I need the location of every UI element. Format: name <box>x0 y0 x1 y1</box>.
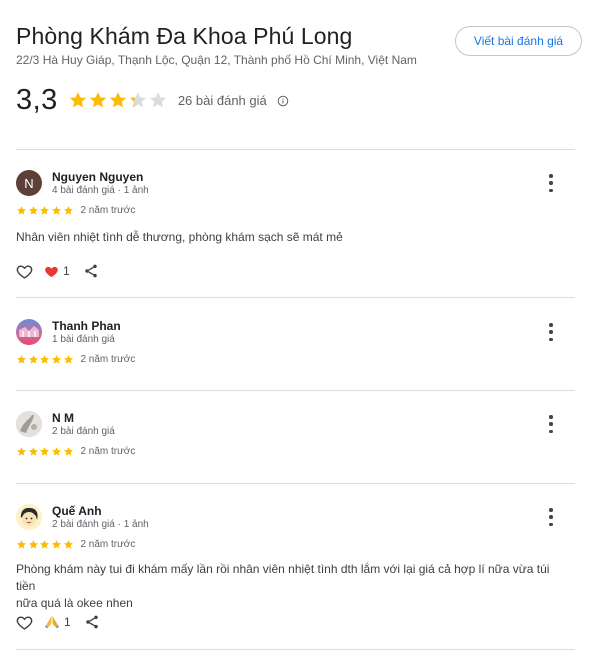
review-rating: 2 năm trước <box>16 204 135 216</box>
review-stars <box>16 539 74 550</box>
share-button[interactable] <box>83 263 99 279</box>
review-stars <box>16 446 74 457</box>
avatar[interactable] <box>16 504 42 530</box>
review-text-line: Phòng khám này tui đi khám mấy lần rồi n… <box>16 562 550 593</box>
star-icon <box>40 354 50 364</box>
star-icon <box>28 446 38 456</box>
praying-hands-icon <box>45 616 59 629</box>
star-icon <box>17 354 26 364</box>
more-options-icon[interactable] <box>545 323 557 341</box>
divider <box>16 390 575 391</box>
star-icon <box>40 446 50 456</box>
more-options-icon[interactable] <box>545 415 557 433</box>
review-actions: 1 <box>16 261 99 281</box>
star-icon <box>17 205 26 215</box>
avatar[interactable]: N <box>16 170 42 196</box>
review-count: 26 bài đánh giá <box>177 92 267 108</box>
review-time: 2 năm trước <box>80 445 136 457</box>
review-stars <box>16 354 74 365</box>
heart-outline-icon <box>16 615 33 630</box>
reaction-praying-hands[interactable]: 1 <box>44 614 71 630</box>
star-icon <box>28 205 38 215</box>
avatar-image-icon <box>19 326 39 337</box>
review-stars <box>16 205 74 216</box>
share-icon <box>85 615 98 629</box>
star-icon <box>17 539 26 549</box>
review-card: Thanh Phan 1 bài đánh giá 2 năm trước <box>16 319 576 369</box>
star-icon <box>63 446 73 456</box>
star-icon <box>109 92 126 108</box>
star-icon <box>17 446 26 456</box>
star-icon <box>40 539 50 549</box>
reaction-count: 1 <box>64 615 71 629</box>
star-icon <box>129 92 146 108</box>
review-author-meta: 1 bài đánh giá <box>52 334 115 345</box>
review-author-meta: 2 bài đánh giá · 1 ảnh <box>52 519 149 530</box>
review-rating: 2 năm trước <box>16 353 135 365</box>
share-button[interactable] <box>84 614 100 630</box>
star-icon <box>149 92 166 108</box>
review-card: N Nguyen Nguyen 4 bài đánh giá · 1 ảnh 2… <box>16 170 576 282</box>
more-options-icon[interactable] <box>545 508 557 526</box>
star-icon <box>40 205 50 215</box>
review-time: 2 năm trước <box>80 353 136 365</box>
review-text-line: nữa quá là okee nhen <box>16 596 133 610</box>
review-author[interactable]: Quế Anh <box>52 504 102 518</box>
review-time: 2 năm trước <box>80 204 136 216</box>
star-icon <box>63 539 73 549</box>
star-icon <box>52 539 62 549</box>
review-author[interactable]: Nguyen Nguyen <box>52 170 143 184</box>
rating-summary: 3,3 26 bài đánh giá <box>16 84 289 116</box>
star-icon <box>63 354 73 364</box>
review-text: Phòng khám này tui đi khám mấy lần rồi n… <box>16 561 566 612</box>
review-time: 2 năm trước <box>80 538 136 550</box>
heart-icon <box>45 266 58 277</box>
star-icon <box>52 205 62 215</box>
review-author-meta: 4 bài đánh giá · 1 ảnh <box>52 185 149 196</box>
star-icon <box>89 92 106 108</box>
review-card: Quế Anh 2 bài đánh giá · 1 ảnh 2 năm trư… <box>16 504 576 634</box>
star-icon <box>69 92 86 108</box>
share-icon <box>84 264 97 278</box>
average-rating-stars <box>68 90 168 110</box>
avatar[interactable] <box>16 319 42 345</box>
review-card: N M 2 bài đánh giá 2 năm trước <box>16 411 576 461</box>
reaction-count: 1 <box>63 264 70 278</box>
star-icon <box>28 354 38 364</box>
write-review-button[interactable]: Viết bài đánh giá <box>455 26 582 56</box>
avatar[interactable] <box>16 411 42 437</box>
avatar-image-icon <box>16 411 42 437</box>
star-icon <box>52 446 62 456</box>
info-icon[interactable] <box>277 94 289 107</box>
review-text: Nhân viên nhiệt tình dễ thương, phòng kh… <box>16 230 343 244</box>
star-icon <box>28 539 38 549</box>
average-rating: 3,3 <box>16 84 58 116</box>
reaction-heart[interactable]: 1 <box>44 264 70 279</box>
review-author-meta: 2 bài đánh giá <box>52 426 115 437</box>
review-actions: 1 <box>16 612 100 632</box>
star-icon <box>52 354 62 364</box>
divider <box>16 297 575 298</box>
review-rating: 2 năm trước <box>16 445 135 457</box>
avatar-image-icon <box>16 504 42 530</box>
heart-outline-icon <box>16 264 33 279</box>
review-author[interactable]: N M <box>52 411 74 425</box>
review-rating: 2 năm trước <box>16 538 135 550</box>
avatar-letter: N <box>24 175 34 191</box>
more-options-icon[interactable] <box>545 174 557 192</box>
divider <box>16 149 575 150</box>
like-button[interactable] <box>16 263 33 280</box>
star-icon <box>63 205 73 215</box>
divider <box>16 483 575 484</box>
review-author[interactable]: Thanh Phan <box>52 319 121 333</box>
like-button[interactable] <box>16 614 33 631</box>
